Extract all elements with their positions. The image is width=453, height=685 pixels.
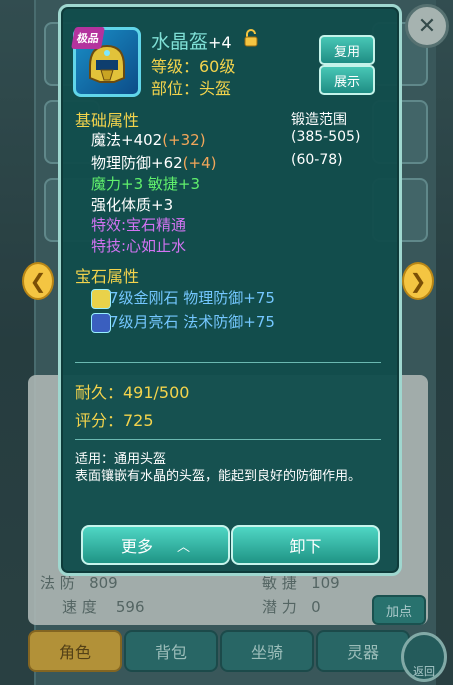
divider	[75, 362, 381, 363]
unequip-button[interactable]: 卸下	[231, 525, 380, 565]
special-effect: 特效:宝石精通	[91, 216, 187, 234]
diamond-gem-icon	[91, 289, 111, 309]
durability: 耐久：491/500	[75, 383, 190, 402]
item-name: 水晶盔+4	[151, 31, 232, 53]
more-button[interactable]: 更多 ︿	[81, 525, 230, 565]
gem-attributes-title: 宝石属性	[75, 267, 140, 286]
item-icon: 极品	[71, 27, 141, 97]
defense-attr: 物理防御+62(+4)	[91, 154, 217, 172]
forge-range-title: 锻造范围	[291, 112, 347, 128]
rarity-badge: 极品	[71, 27, 105, 49]
divider	[75, 439, 381, 440]
prev-arrow-icon[interactable]: ❮	[22, 262, 54, 300]
copy-button[interactable]: 复用	[319, 35, 375, 65]
gem-item: 7级月亮石 法术防御+75	[109, 313, 275, 331]
next-arrow-icon[interactable]: ❯	[402, 262, 434, 300]
special-skill: 特技:心如止水	[91, 237, 187, 255]
strengthen-attr: 强化体质+3	[91, 196, 174, 214]
item-slot: 部位：头盔	[151, 79, 232, 98]
item-tooltip: 极品 水晶盔+4 等级：60级 部位：头盔 复用 展示 基础属性 锻造范围 魔法…	[58, 4, 402, 576]
unlock-icon[interactable]	[243, 29, 259, 47]
show-button[interactable]: 展示	[319, 65, 375, 95]
magic-range: (385-505)	[291, 129, 361, 145]
usage-text: 适用：通用头盔	[75, 452, 167, 467]
score: 评分：725	[75, 411, 154, 430]
moonstone-gem-icon	[91, 313, 111, 333]
gem-item: 7级金刚石 物理防御+75	[109, 289, 275, 307]
magic-attr: 魔法+402(+32)	[91, 131, 206, 149]
chevron-up-icon: ︿	[177, 539, 191, 555]
description-text: 表面镶嵌有水晶的头盔，能起到良好的防御作用。	[75, 469, 362, 484]
basic-attributes-title: 基础属性	[75, 111, 140, 130]
defense-range: (60-78)	[291, 152, 343, 168]
extra-attr: 魔力+3 敏捷+3	[91, 175, 200, 193]
item-level: 等级：60级	[151, 57, 236, 76]
